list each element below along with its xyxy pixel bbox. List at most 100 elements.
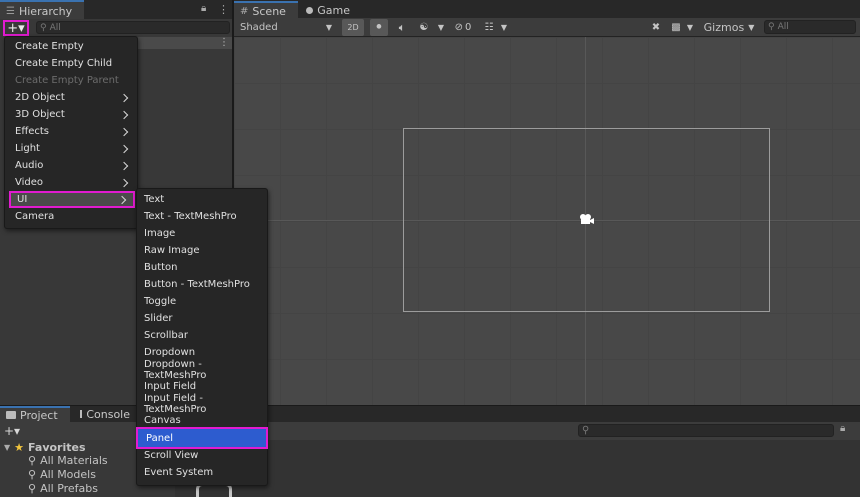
tab-scene[interactable]: # Scene [234, 1, 298, 19]
dropdown-arrow-icon: ▼ [325, 23, 332, 32]
submenu-item-event-system[interactable]: Event System [138, 464, 266, 481]
tab-label: Console [86, 407, 130, 421]
menu-item-camera[interactable]: Camera [9, 208, 135, 225]
scene-search-input[interactable]: ⚲ All [764, 20, 856, 34]
tools-icon[interactable]: ✖ [648, 19, 664, 36]
star-icon: ★ [14, 440, 25, 454]
search-icon: ⚲ [28, 453, 37, 467]
submenu-item-toggle[interactable]: Toggle [138, 293, 266, 310]
submenu-item-image[interactable]: Image [138, 225, 266, 242]
kebab-menu-icon[interactable]: ⋮ [219, 37, 229, 49]
menu-item-label: Event System [144, 467, 214, 478]
submenu-item-slider[interactable]: Slider [138, 310, 266, 327]
gizmos-label: Gizmos [703, 21, 745, 34]
project-add-button[interactable]: +▾ [4, 423, 28, 438]
menu-item-label: Text [144, 194, 165, 205]
audio-toggle-icon[interactable]: 🔈︎ [393, 19, 411, 36]
menu-item-light[interactable]: Light [9, 140, 135, 157]
hierarchy-search-input[interactable]: ⚲ All [36, 21, 230, 34]
add-button[interactable]: +▾ [3, 20, 29, 36]
menu-item-label: Input Field [144, 381, 197, 392]
menu-item-create-empty-parent: Create Empty Parent [9, 72, 135, 89]
dropdown-arrow-icon[interactable]: ▼ [685, 19, 695, 36]
favorites-title: Favorites [28, 440, 86, 454]
lock-icon[interactable]: 🔒︎ [840, 423, 856, 438]
submenu-item-text-tmp[interactable]: Text - TextMeshPro [138, 208, 266, 225]
favorites-header[interactable]: ▼ ★ Favorites [0, 440, 86, 454]
submenu-item-raw-image[interactable]: Raw Image [138, 242, 266, 259]
menu-item-label: Scroll View [144, 450, 199, 461]
list-item[interactable]: ⚲ All Models [0, 467, 96, 481]
2d-label: 2D [347, 23, 359, 32]
tab-project[interactable]: Project [0, 406, 70, 422]
menu-item-label: Text - TextMeshPro [144, 211, 237, 222]
list-item[interactable]: ⚲ All Prefabs [0, 481, 98, 495]
search-icon: ⚲ [28, 467, 37, 481]
submenu-item-input-field-tmp[interactable]: Input Field - TextMeshPro [138, 393, 266, 415]
menu-item-create-empty[interactable]: Create Empty [9, 38, 135, 55]
menu-item-create-empty-child[interactable]: Create Empty Child [9, 55, 135, 72]
submenu-item-scroll-view[interactable]: Scroll View [138, 447, 266, 464]
menu-item-video[interactable]: Video [9, 174, 135, 191]
list-item-label: All Prefabs [40, 481, 99, 495]
submenu-item-text[interactable]: Text [138, 191, 266, 208]
grid-snap-icon[interactable]: ☷ [480, 19, 498, 36]
list-item-label: All Materials [40, 453, 108, 467]
search-icon: ⚲ [28, 481, 37, 495]
grid-icon: # [240, 5, 249, 17]
menu-item-label: Effects [15, 126, 49, 137]
menu-item-audio[interactable]: Audio [9, 157, 135, 174]
list-item-label: All Models [40, 467, 96, 481]
menu-item-label: Video [15, 177, 44, 188]
shading-mode-select[interactable]: Shaded ▼ [236, 19, 336, 36]
submenu-item-dropdown-tmp[interactable]: Dropdown - TextMeshPro [138, 359, 266, 381]
tab-hierarchy[interactable]: ☰ Hierarchy [0, 0, 84, 20]
chevron-right-icon [119, 127, 129, 136]
search-icon: ⚲ [40, 22, 47, 33]
add-label: +▾ [7, 20, 25, 36]
submenu-item-button-tmp[interactable]: Button - TextMeshPro [138, 276, 266, 293]
menu-item-label: Toggle [144, 296, 177, 307]
submenu-item-panel[interactable]: Panel [136, 427, 268, 449]
console-icon [80, 410, 83, 418]
menu-item-label: Camera [15, 211, 55, 222]
menu-item-label: Image [144, 228, 176, 239]
menu-item-label: Scrollbar [144, 330, 188, 341]
shading-label: Shaded [240, 22, 278, 33]
hamburger-icon: ☰ [6, 5, 15, 17]
chevron-right-icon [117, 195, 127, 204]
kebab-menu-icon[interactable]: ⋮ [218, 3, 229, 16]
camera-gizmo-icon[interactable] [578, 213, 594, 226]
create-menu: Create Empty Create Empty Child Create E… [4, 36, 138, 229]
lock-icon[interactable]: 🔒︎ [201, 3, 206, 14]
submenu-item-scrollbar[interactable]: Scrollbar [138, 327, 266, 344]
menu-item-label: 3D Object [15, 109, 65, 120]
gizmos-dropdown[interactable]: Gizmos ▼ [698, 19, 760, 36]
menu-item-label: Raw Image [144, 245, 200, 256]
lighting-toggle-icon[interactable]: ⚫︎ [370, 19, 388, 36]
effects-toggle-icon[interactable]: ☯ [413, 19, 435, 36]
menu-item-label: Panel [146, 432, 173, 444]
menu-item-effects[interactable]: Effects [9, 123, 135, 140]
menu-item-label: UI [17, 194, 28, 205]
project-search-input[interactable]: ⚲ [578, 424, 834, 437]
menu-item-label: Dropdown [144, 347, 196, 358]
menu-item-label: Create Empty Parent [15, 75, 119, 86]
tab-game[interactable]: Game [300, 1, 356, 19]
search-icon: ⚲ [768, 22, 775, 32]
menu-item-2d-object[interactable]: 2D Object [9, 89, 135, 106]
menu-item-3d-object[interactable]: 3D Object [9, 106, 135, 123]
camera-icon[interactable]: ▩ [668, 19, 684, 36]
dropdown-arrow-icon[interactable]: ▼ [499, 19, 509, 36]
menu-item-ui[interactable]: UI [9, 191, 135, 208]
2d-toggle-button[interactable]: 2D [342, 19, 364, 36]
list-item[interactable]: ⚲ All Materials [0, 453, 108, 467]
menu-item-label: Create Empty Child [15, 58, 113, 69]
tab-console[interactable]: Console [74, 406, 136, 422]
chevron-right-icon [119, 93, 129, 102]
dropdown-arrow-icon[interactable]: ▼ [436, 19, 446, 36]
scene-visibility-icon[interactable]: ⊘ 0 [452, 19, 474, 36]
menu-item-label: Button - TextMeshPro [144, 279, 250, 290]
chevron-right-icon [119, 161, 129, 170]
submenu-item-button[interactable]: Button [138, 259, 266, 276]
